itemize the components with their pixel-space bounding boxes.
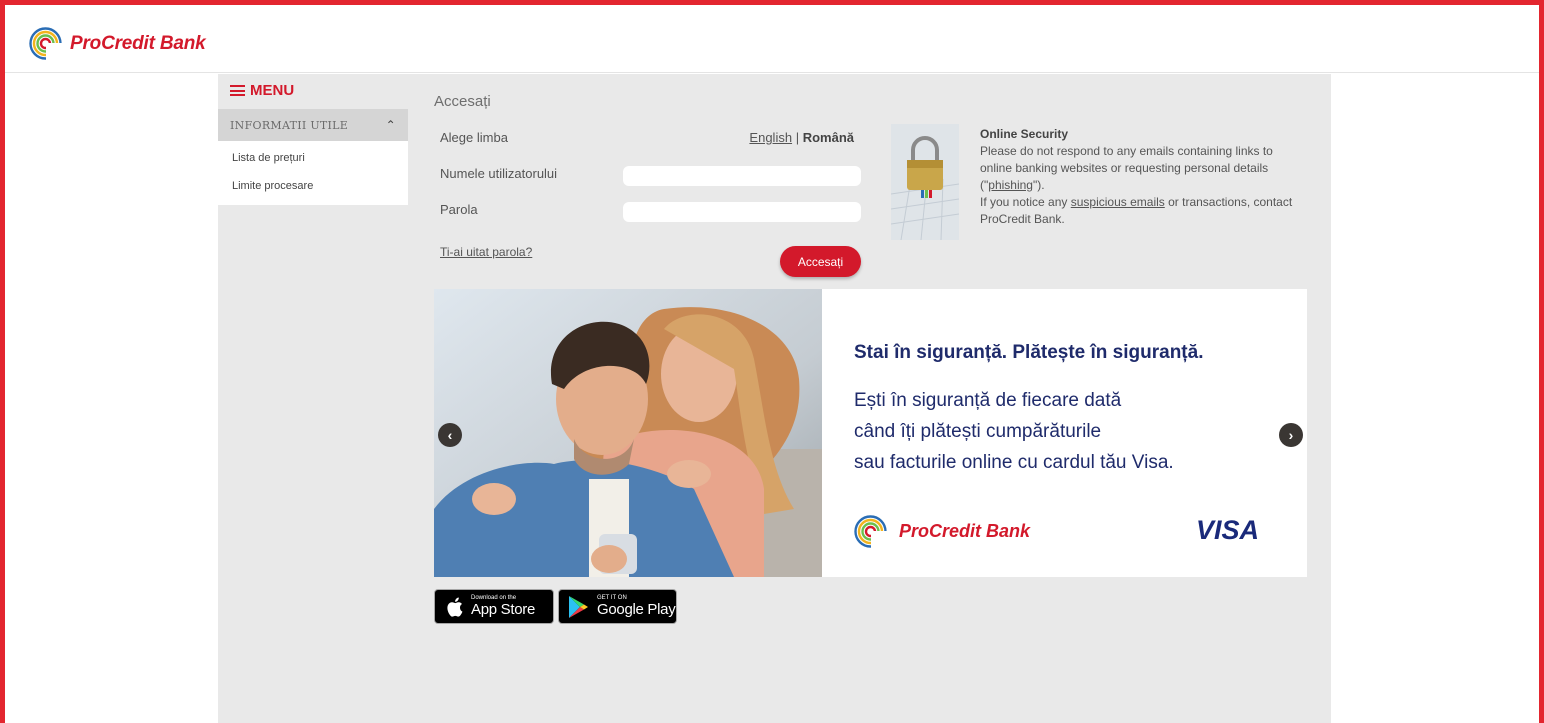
sidebar-item-price-list[interactable]: Lista de prețuri xyxy=(218,145,408,173)
banner-body-line: sau facturile online cu cardul tău Visa. xyxy=(854,452,1174,473)
banner-body-line: când îți plătești cumpărăturile xyxy=(854,421,1102,442)
forgot-password-link[interactable]: Ti-ai uitat parola? xyxy=(440,245,532,259)
sidebar-item-processing-limits[interactable]: Limite procesare xyxy=(218,173,408,201)
brand-logo[interactable]: ProCredit Bank xyxy=(29,27,206,60)
security-line2: If you notice any xyxy=(980,195,1071,209)
suspicious-emails-link[interactable]: suspicious emails xyxy=(1071,195,1165,209)
password-label: Parola xyxy=(440,202,478,217)
online-security-text: Please do not respond to any emails cont… xyxy=(980,143,1300,228)
promo-photo xyxy=(434,289,822,577)
google-play-icon xyxy=(569,595,588,618)
app-store-big-text: App Store xyxy=(471,601,536,618)
banner-headline: Stai în siguranță. Plătește în siguranță… xyxy=(854,342,1204,363)
sidebar-links: Lista de prețuri Limite procesare xyxy=(218,141,408,205)
menu-button[interactable]: MENU xyxy=(230,82,294,99)
language-label: Alege limba xyxy=(440,130,508,145)
login-submit-button[interactable]: Accesați xyxy=(780,246,861,277)
google-play-big-text: Google Play xyxy=(597,601,676,618)
sidebar: INFORMATII UTILE ⌃ Lista de prețuri Limi… xyxy=(218,109,408,205)
app-store-badge[interactable]: Download on the App Store xyxy=(434,589,554,624)
site-header: ProCredit Bank xyxy=(5,5,1539,73)
banner-body-line: Ești în siguranță de fiecare dată xyxy=(854,390,1122,411)
login-title: Accesați xyxy=(434,93,491,110)
carousel-prev-button[interactable]: ‹ xyxy=(438,423,462,447)
username-label: Numele utilizatorului xyxy=(440,166,558,181)
carousel-next-button[interactable]: › xyxy=(1279,423,1303,447)
banner-brand-name: ProCredit Bank xyxy=(899,521,1031,541)
google-play-badge[interactable]: GET IT ON Google Play xyxy=(558,589,677,624)
password-input[interactable] xyxy=(623,202,861,222)
language-switcher: English | Română xyxy=(749,130,854,145)
promo-carousel[interactable]: ‹ Stai în siguranță. Plătește în siguran… xyxy=(434,289,1307,577)
procredit-logo-icon xyxy=(854,515,887,548)
language-english-link[interactable]: English xyxy=(749,130,792,145)
phishing-link[interactable]: phishing xyxy=(988,178,1033,192)
sidebar-section-toggle[interactable]: INFORMATII UTILE ⌃ xyxy=(218,109,408,141)
language-romana-link[interactable]: Română xyxy=(803,130,854,145)
hamburger-icon xyxy=(230,85,245,96)
banner-body: Ești în siguranță de fiecare dată când î… xyxy=(854,385,1254,478)
menu-label: MENU xyxy=(250,82,295,99)
padlock-security-icon xyxy=(891,124,959,240)
banner-brand-logo: ProCredit Bank xyxy=(854,515,1030,548)
brand-name: ProCredit Bank xyxy=(70,32,206,54)
username-input[interactable] xyxy=(623,166,861,186)
main-content: MENU INFORMATII UTILE ⌃ Lista de prețuri… xyxy=(218,74,1331,723)
visa-logo: VISA xyxy=(1196,515,1260,545)
language-separator: | xyxy=(795,130,800,145)
chevron-up-icon: ⌃ xyxy=(385,118,396,132)
online-security-notice: Online Security Please do not respond to… xyxy=(980,126,1300,228)
apple-icon xyxy=(447,597,463,617)
online-security-title: Online Security xyxy=(980,127,1069,141)
procredit-logo-icon xyxy=(29,27,62,60)
security-line1-end: "). xyxy=(1032,178,1045,192)
sidebar-section-title: INFORMATII UTILE xyxy=(230,118,349,132)
